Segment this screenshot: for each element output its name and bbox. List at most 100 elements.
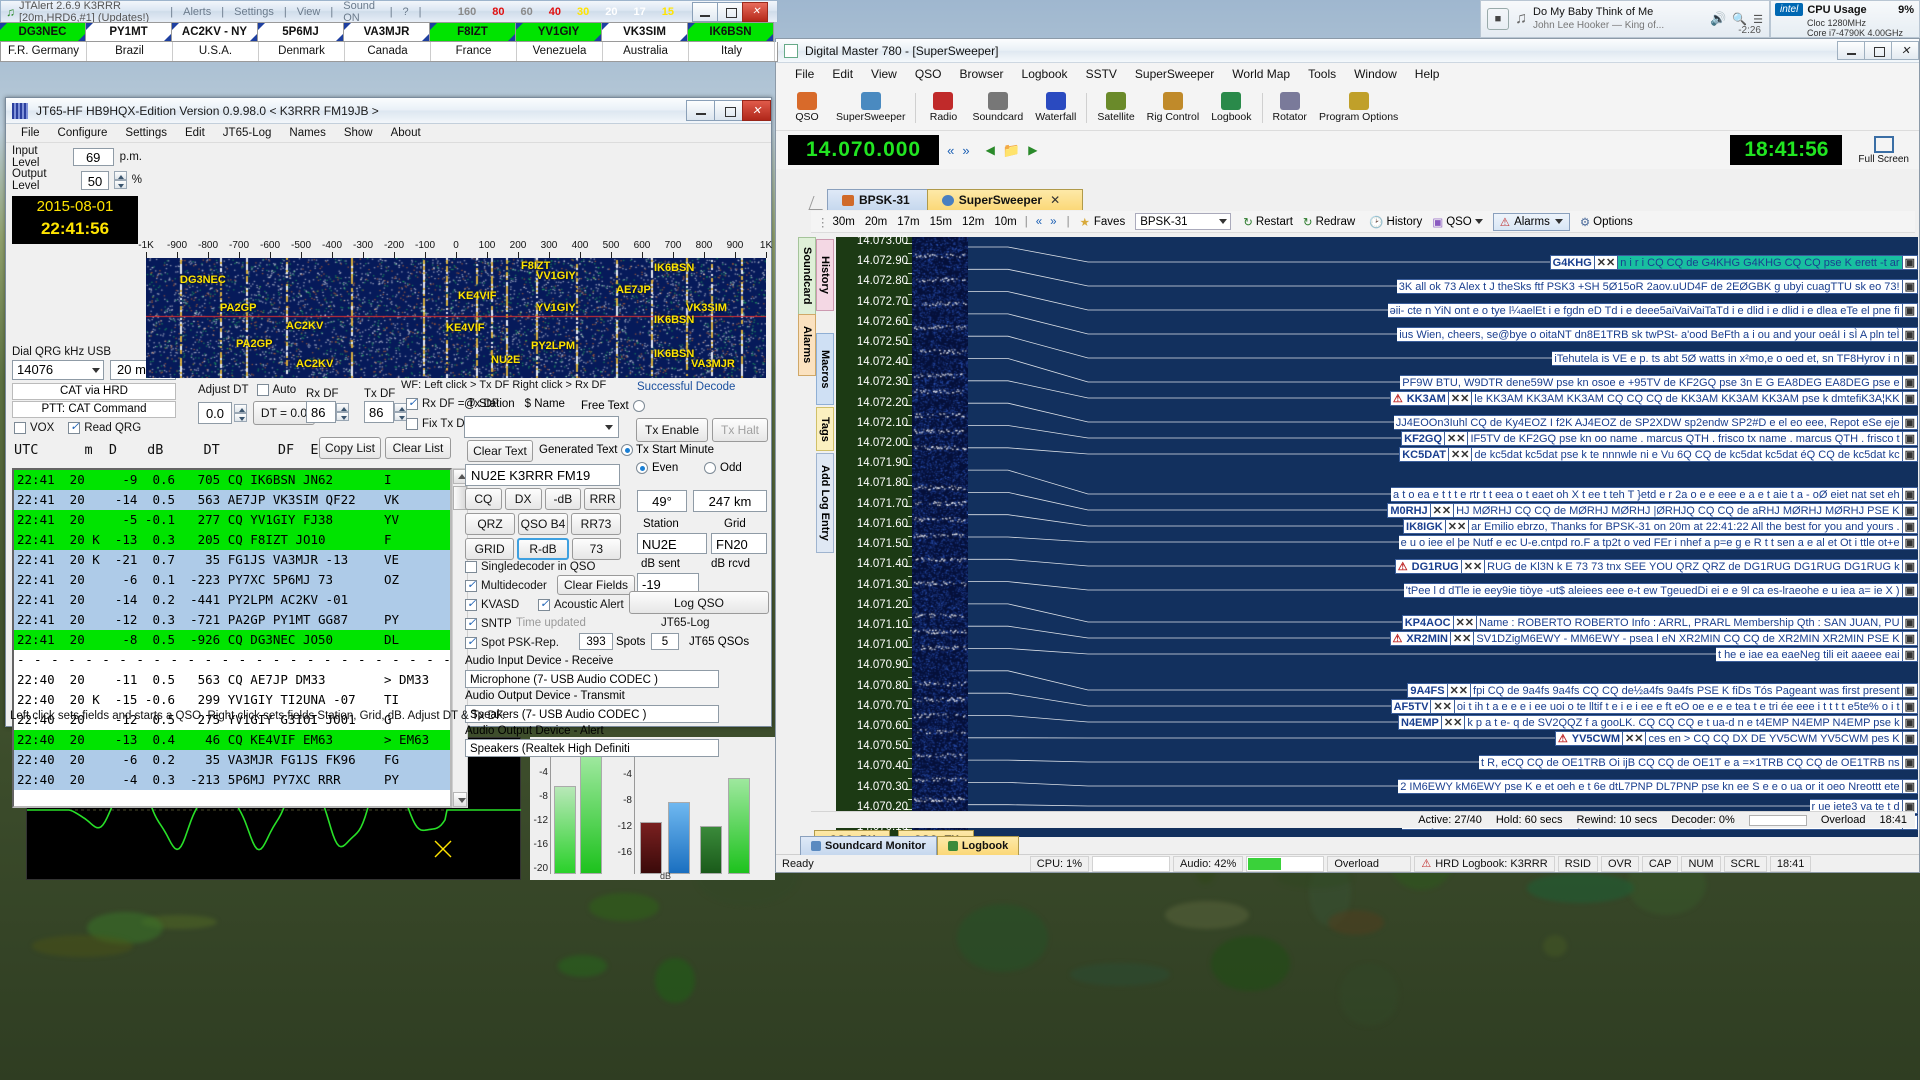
jtalert-window[interactable]: ♫ JTAlert 2.6.9 K3RRR [20m,HRD6,#1] (Upd…	[0, 0, 778, 64]
decode-row[interactable]: 22:41 20 -6 0.1 -223 PY7XC 5P6MJ 73	[14, 570, 450, 590]
sw-callsign[interactable]: IK8IGK	[1403, 519, 1446, 534]
jtalert-menu-settings[interactable]: Settings	[229, 6, 279, 18]
sw-decode-row[interactable]: M0RHJ ✕✕ HJ MØRHJ CQ CQ de MØRHJ MØRHJ |ØR…	[968, 503, 1918, 518]
decode-row[interactable]: 22:41 20 K -13 0.3 205 CQ F8IZT JO10	[14, 530, 450, 550]
macro-button-rrr[interactable]: RRR	[584, 488, 621, 510]
supersweeper-decode-list[interactable]: G4KHG ✕✕ n i r i CQ CQ de G4KHG G4KHG CQ C…	[968, 237, 1918, 837]
decode-row[interactable]: 22:41 20 -9 0.6 705 CQ IK6BSN JN62	[14, 470, 450, 490]
fix-txdf-checkbox[interactable]: Fix Tx DF	[406, 418, 472, 430]
jtalert-slot-1[interactable]: PY1MT	[86, 22, 172, 42]
drag-handle[interactable]: ⋮	[817, 215, 829, 229]
clear-text-button[interactable]: Clear Text	[467, 440, 533, 462]
sw-decode-row[interactable]: KC5DAT ✕✕ de kc5dat kc5dat pse k te nnnwle…	[968, 447, 1918, 462]
sw-row-menu-icon[interactable]: ▣	[1903, 447, 1918, 462]
minimize-button[interactable]	[1837, 41, 1865, 60]
dm780-menubar[interactable]: File Edit View QSO Browser Logbook SSTV SuperSw…	[776, 63, 1919, 85]
toolbar-logbook[interactable]: Logbook	[1205, 92, 1257, 123]
sw-decode-text[interactable]: ǝii- cte n YiN ont e o tye l¼aelEt i e f…	[1388, 303, 1903, 318]
dm780-menu-sstv[interactable]: SSTV	[1077, 67, 1126, 81]
sw-band-20m[interactable]: 20m	[865, 216, 887, 228]
sw-row-menu-icon[interactable]: ▣	[1903, 699, 1918, 714]
toolbar-rig-control[interactable]: Rig Control	[1141, 92, 1206, 123]
sw-dismiss-icon[interactable]: ✕✕	[1454, 615, 1477, 630]
media-player-widget[interactable]: ■ ♫ Do My Baby Think of Me John Lee Hook…	[1480, 0, 1770, 38]
jt65-menu-show[interactable]: Show	[335, 127, 382, 139]
stop-icon[interactable]: ■	[1487, 8, 1509, 30]
sw-callsign[interactable]: KC5DAT	[1399, 447, 1449, 462]
jtalert-slot-6[interactable]: YV1GIY	[516, 22, 602, 42]
band-buttons[interactable]: 30m 20m 17m 15m 12m 10m	[833, 216, 1017, 228]
sw-row-menu-icon[interactable]: ▣	[1903, 683, 1918, 698]
decode-row[interactable]: 22:40 20 -13 0.4 46 CQ KE4VIF EM63	[14, 730, 450, 750]
jtalert-band-15[interactable]: 15	[657, 6, 679, 18]
dm780-menu-logbook[interactable]: Logbook	[1013, 67, 1077, 81]
menu-icon[interactable]: ☰	[1753, 13, 1763, 26]
sw-callsign[interactable]: M0RHJ	[1387, 503, 1430, 518]
sw-callsign[interactable]: N4EMP	[1398, 715, 1442, 730]
jtalert-band-160[interactable]: 160	[453, 6, 481, 18]
macro-button-rr73[interactable]: RR73	[571, 513, 621, 535]
jtalert-band-20[interactable]: 20	[600, 6, 622, 18]
sw-decode-text[interactable]: a t o ea e t t t e rtr t t eea o t eaet …	[1391, 487, 1903, 502]
toolbar-satellite[interactable]: Satellite	[1091, 92, 1140, 123]
jtalert-slot-5[interactable]: F8IZT	[430, 22, 516, 42]
sw-decode-text[interactable]: ces en > CQ CQ DX DE YV5CWM YV5CWM pes K	[1646, 731, 1902, 746]
dm780-menu-qso[interactable]: QSO	[906, 67, 951, 81]
rxdf-stepper[interactable]	[336, 403, 349, 421]
dm780-menu-file[interactable]: File	[786, 67, 823, 81]
waterfall-display[interactable]: DG3NEC PA2GP AC2KV PA2GP AC2KV KE4VIF KE4VIF VV…	[146, 258, 766, 378]
jtalert-menu-alerts[interactable]: Alerts	[178, 6, 216, 18]
volume-icon[interactable]: 🔊	[1710, 11, 1726, 27]
sw-decode-text[interactable]: HJ MØRHJ CQ CQ de MØRHJ MØRHJ |ØRHJQ CQ …	[1454, 503, 1903, 518]
history-icon[interactable]: 🕑	[1369, 215, 1383, 229]
sw-decode-text[interactable]: SV1DZigM6EWY - MM6EWY - psea l eN XR2MIN…	[1474, 631, 1902, 646]
dm780-titlebar[interactable]: Digital Master 780 - [SuperSweeper]	[776, 39, 1919, 63]
free-text-radio[interactable]: Free Text	[581, 400, 645, 412]
sw-decode-row[interactable]: PF9W BTU, W9DTR dene59W pse kn osoe e +9…	[968, 375, 1918, 390]
sw-callsign[interactable]: KP4AOC	[1402, 615, 1454, 630]
jt65-menu-about[interactable]: About	[382, 127, 430, 139]
jtalert-menu-sound[interactable]: Sound ON	[338, 0, 384, 24]
macro-button-dx[interactable]: DX	[505, 488, 542, 510]
dm780-toolbar[interactable]: QSO SuperSweeper Radio Soundcard Waterfall Sa…	[776, 85, 1919, 131]
txdf-value[interactable]: 86	[364, 401, 394, 423]
sw-row-menu-icon[interactable]: ▣	[1903, 559, 1918, 574]
dm780-menu-window[interactable]: Window	[1345, 67, 1406, 81]
sw-row-menu-icon[interactable]: ▣	[1903, 351, 1918, 366]
side-tab-alarms[interactable]: Alarms	[798, 314, 816, 376]
clear-fields-button[interactable]: Clear Fields	[557, 575, 635, 595]
dm780-menu-tools[interactable]: Tools	[1299, 67, 1345, 81]
close-button[interactable]	[1891, 41, 1919, 60]
tab-supersweeper[interactable]: SuperSweeper ✕	[927, 189, 1083, 210]
folder-icon[interactable]: 📁	[1003, 142, 1020, 159]
sw-decode-row[interactable]: AF5TV ✕✕ oi t ih t a e e e i ee uoi o te l…	[968, 699, 1918, 714]
macro-button--db[interactable]: -dB	[545, 488, 582, 510]
sw-decode-text[interactable]: t he e iae ea eaeNeg tili eit aaeee eai	[1716, 647, 1903, 662]
sw-decode-text[interactable]: t R, eCQ CQ de OE1TRB Oi ijB CQ CQ de OE…	[1479, 755, 1903, 770]
jtalert-band-17[interactable]: 17	[629, 6, 651, 18]
sw-dismiss-icon[interactable]: ✕✕	[1431, 503, 1454, 518]
sw-row-menu-icon[interactable]: ▣	[1903, 327, 1918, 342]
sw-decode-row[interactable]: t he e iae ea eaeNeg tili eit aaeee eai ▣	[968, 647, 1918, 662]
supersweeper-waterfall-left[interactable]	[912, 237, 968, 837]
sw-band-15m[interactable]: 15m	[930, 216, 952, 228]
sw-decode-row[interactable]: G4KHG ✕✕ n i r i CQ CQ de G4KHG G4KHG CQ C…	[968, 255, 1918, 270]
decode-row[interactable]: 22:41 20 -12 0.3 -721 PA2GP PY1MT GG87	[14, 610, 450, 630]
tab-logbook[interactable]: Logbook	[937, 836, 1019, 855]
decode-row[interactable]: 22:41 20 -14 0.2 -441 PY2LPM AC2KV -01	[14, 590, 450, 610]
sw-decode-text[interactable]: le KK3AM KK3AM KK3AM CQ CQ CQ de KK3AM K…	[1472, 391, 1902, 406]
grid-value[interactable]: FN20	[711, 533, 767, 554]
star-icon[interactable]: ★	[1080, 215, 1090, 229]
sw-dismiss-icon[interactable]: ✕✕	[1449, 447, 1472, 462]
faves-label[interactable]: Faves	[1094, 216, 1125, 228]
toolbar-soundcard[interactable]: Soundcard	[966, 92, 1029, 123]
dm780-menu-view[interactable]: View	[862, 67, 906, 81]
chevron-down-icon[interactable]	[1475, 219, 1483, 224]
toolbar-rotator[interactable]: Rotator	[1267, 92, 1313, 123]
dm780-frequency-bar[interactable]: 14.070.000 « » ◀ 📁 ▶ 18:41:56 Full Scree…	[776, 131, 1919, 169]
sw-decode-row[interactable]: iTehutela is VE e p. ts abt 5Ø watts in …	[968, 351, 1918, 366]
toolbar-waterfall[interactable]: Waterfall	[1029, 92, 1082, 123]
jt65hf-window[interactable]: JT65-HF HB9HQX-Edition Version 0.9.98.0 …	[5, 97, 772, 727]
maximize-button[interactable]	[714, 100, 743, 121]
side-tab-add-log-entry[interactable]: Add Log Entry	[816, 453, 834, 553]
